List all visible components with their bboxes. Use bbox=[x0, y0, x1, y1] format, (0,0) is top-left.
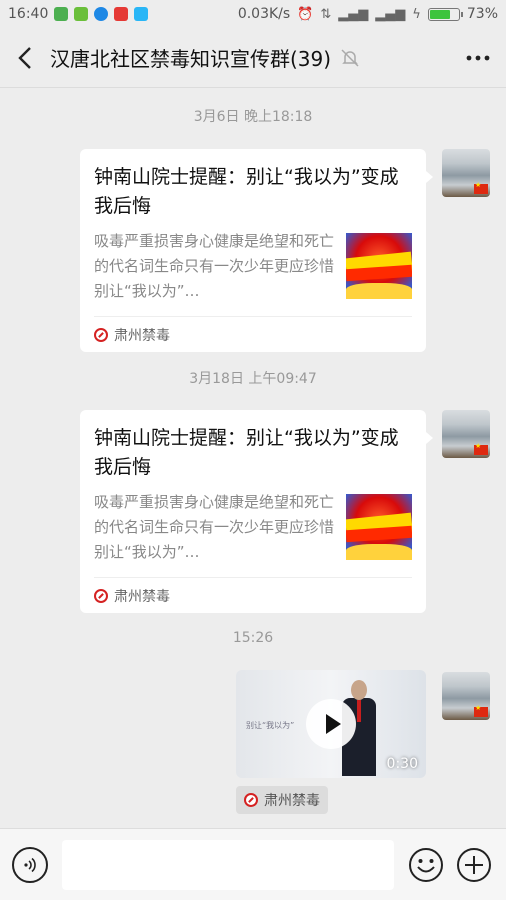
article-thumbnail bbox=[346, 494, 412, 560]
article-description: 吸毒严重损害身心健康是绝望和死亡的代名词生命只有一次少年更应珍惜别让“我以为”… bbox=[94, 493, 335, 561]
article-thumbnail bbox=[346, 233, 412, 299]
network-speed: 0.03K/s bbox=[237, 6, 291, 22]
message-timestamp: 15:26 bbox=[232, 630, 274, 646]
no-drugs-icon bbox=[244, 793, 258, 807]
message-input[interactable] bbox=[62, 839, 394, 890]
no-drugs-icon bbox=[94, 588, 108, 603]
message-timestamp: 3月6日 晚上18:18 bbox=[193, 109, 313, 125]
voice-icon bbox=[24, 857, 36, 872]
download-icon bbox=[74, 7, 89, 21]
china-flag-icon bbox=[474, 442, 488, 455]
battery-icon bbox=[427, 7, 463, 21]
alarm-icon: ⏰ bbox=[297, 6, 314, 22]
video-source[interactable]: 肃州禁毒 bbox=[236, 786, 328, 814]
avatar[interactable] bbox=[442, 410, 490, 458]
source-name: 肃州禁毒 bbox=[264, 793, 320, 809]
more-functions-button[interactable] bbox=[456, 847, 492, 883]
chat-header: 汉唐北社区禁毒知识宣传群(39) bbox=[0, 28, 506, 88]
china-flag-icon bbox=[474, 704, 488, 717]
play-button[interactable] bbox=[306, 699, 356, 749]
source-name: 肃州禁毒 bbox=[114, 327, 170, 344]
charging-icon: ϟ bbox=[412, 6, 421, 22]
video-duration: 0:30 bbox=[386, 756, 418, 772]
data-transfer-icon: ⇅ bbox=[320, 6, 332, 22]
back-button[interactable] bbox=[0, 28, 50, 88]
emoji-button[interactable] bbox=[408, 847, 444, 883]
signal-icon: ▂▄▆ bbox=[338, 6, 369, 22]
input-bar bbox=[0, 828, 506, 900]
source-name: 肃州禁毒 bbox=[114, 588, 170, 605]
article-card[interactable]: 钟南山院士提醒：别让“我以为”变成我后悔 吸毒严重损害身心健康是绝望和死亡的代名… bbox=[80, 149, 433, 352]
article-title: 钟南山院士提醒：别让“我以为”变成我后悔 bbox=[94, 427, 399, 478]
more-dots-icon bbox=[466, 55, 490, 60]
article-card[interactable]: 钟南山院士提醒：别让“我以为”变成我后悔 吸毒严重损害身心健康是绝望和死亡的代名… bbox=[80, 410, 433, 613]
video-caption: 别让“我以为” bbox=[246, 721, 295, 730]
mute-bell-icon bbox=[341, 48, 359, 67]
chat-title: 汉唐北社区禁毒知识宣传群(39) bbox=[50, 47, 332, 71]
article-source: 肃州禁毒 bbox=[94, 577, 412, 613]
sim-icon bbox=[54, 7, 69, 21]
music-app-icon bbox=[114, 7, 129, 21]
status-bar: 16:40 0.03K/s ⏰ ⇅ ▂▄▆ ▂▄▆ ϟ 73% bbox=[0, 0, 506, 28]
voice-input-button[interactable] bbox=[12, 846, 48, 883]
video-message[interactable]: 别让“我以为” 0:30 bbox=[236, 670, 426, 778]
china-flag-icon bbox=[474, 181, 488, 194]
message-timestamp: 3月18日 上午09:47 bbox=[189, 371, 317, 387]
article-title: 钟南山院士提醒：别让“我以为”变成我后悔 bbox=[94, 166, 399, 217]
article-source: 肃州禁毒 bbox=[94, 316, 412, 352]
avatar[interactable] bbox=[442, 672, 490, 720]
no-drugs-icon bbox=[94, 327, 108, 342]
more-options-button[interactable] bbox=[450, 28, 506, 88]
avatar[interactable] bbox=[442, 149, 490, 197]
article-description: 吸毒严重损害身心健康是绝望和死亡的代名词生命只有一次少年更应珍惜别让“我以为”… bbox=[94, 232, 335, 300]
app-notification-icon-2 bbox=[134, 7, 149, 21]
clock: 16:40 bbox=[8, 6, 49, 22]
signal-icon-2: ▂▄▆ bbox=[375, 6, 406, 22]
back-arrow-icon bbox=[18, 46, 31, 69]
battery-percent: 73% bbox=[466, 6, 498, 22]
app-notification-icon bbox=[94, 7, 109, 21]
